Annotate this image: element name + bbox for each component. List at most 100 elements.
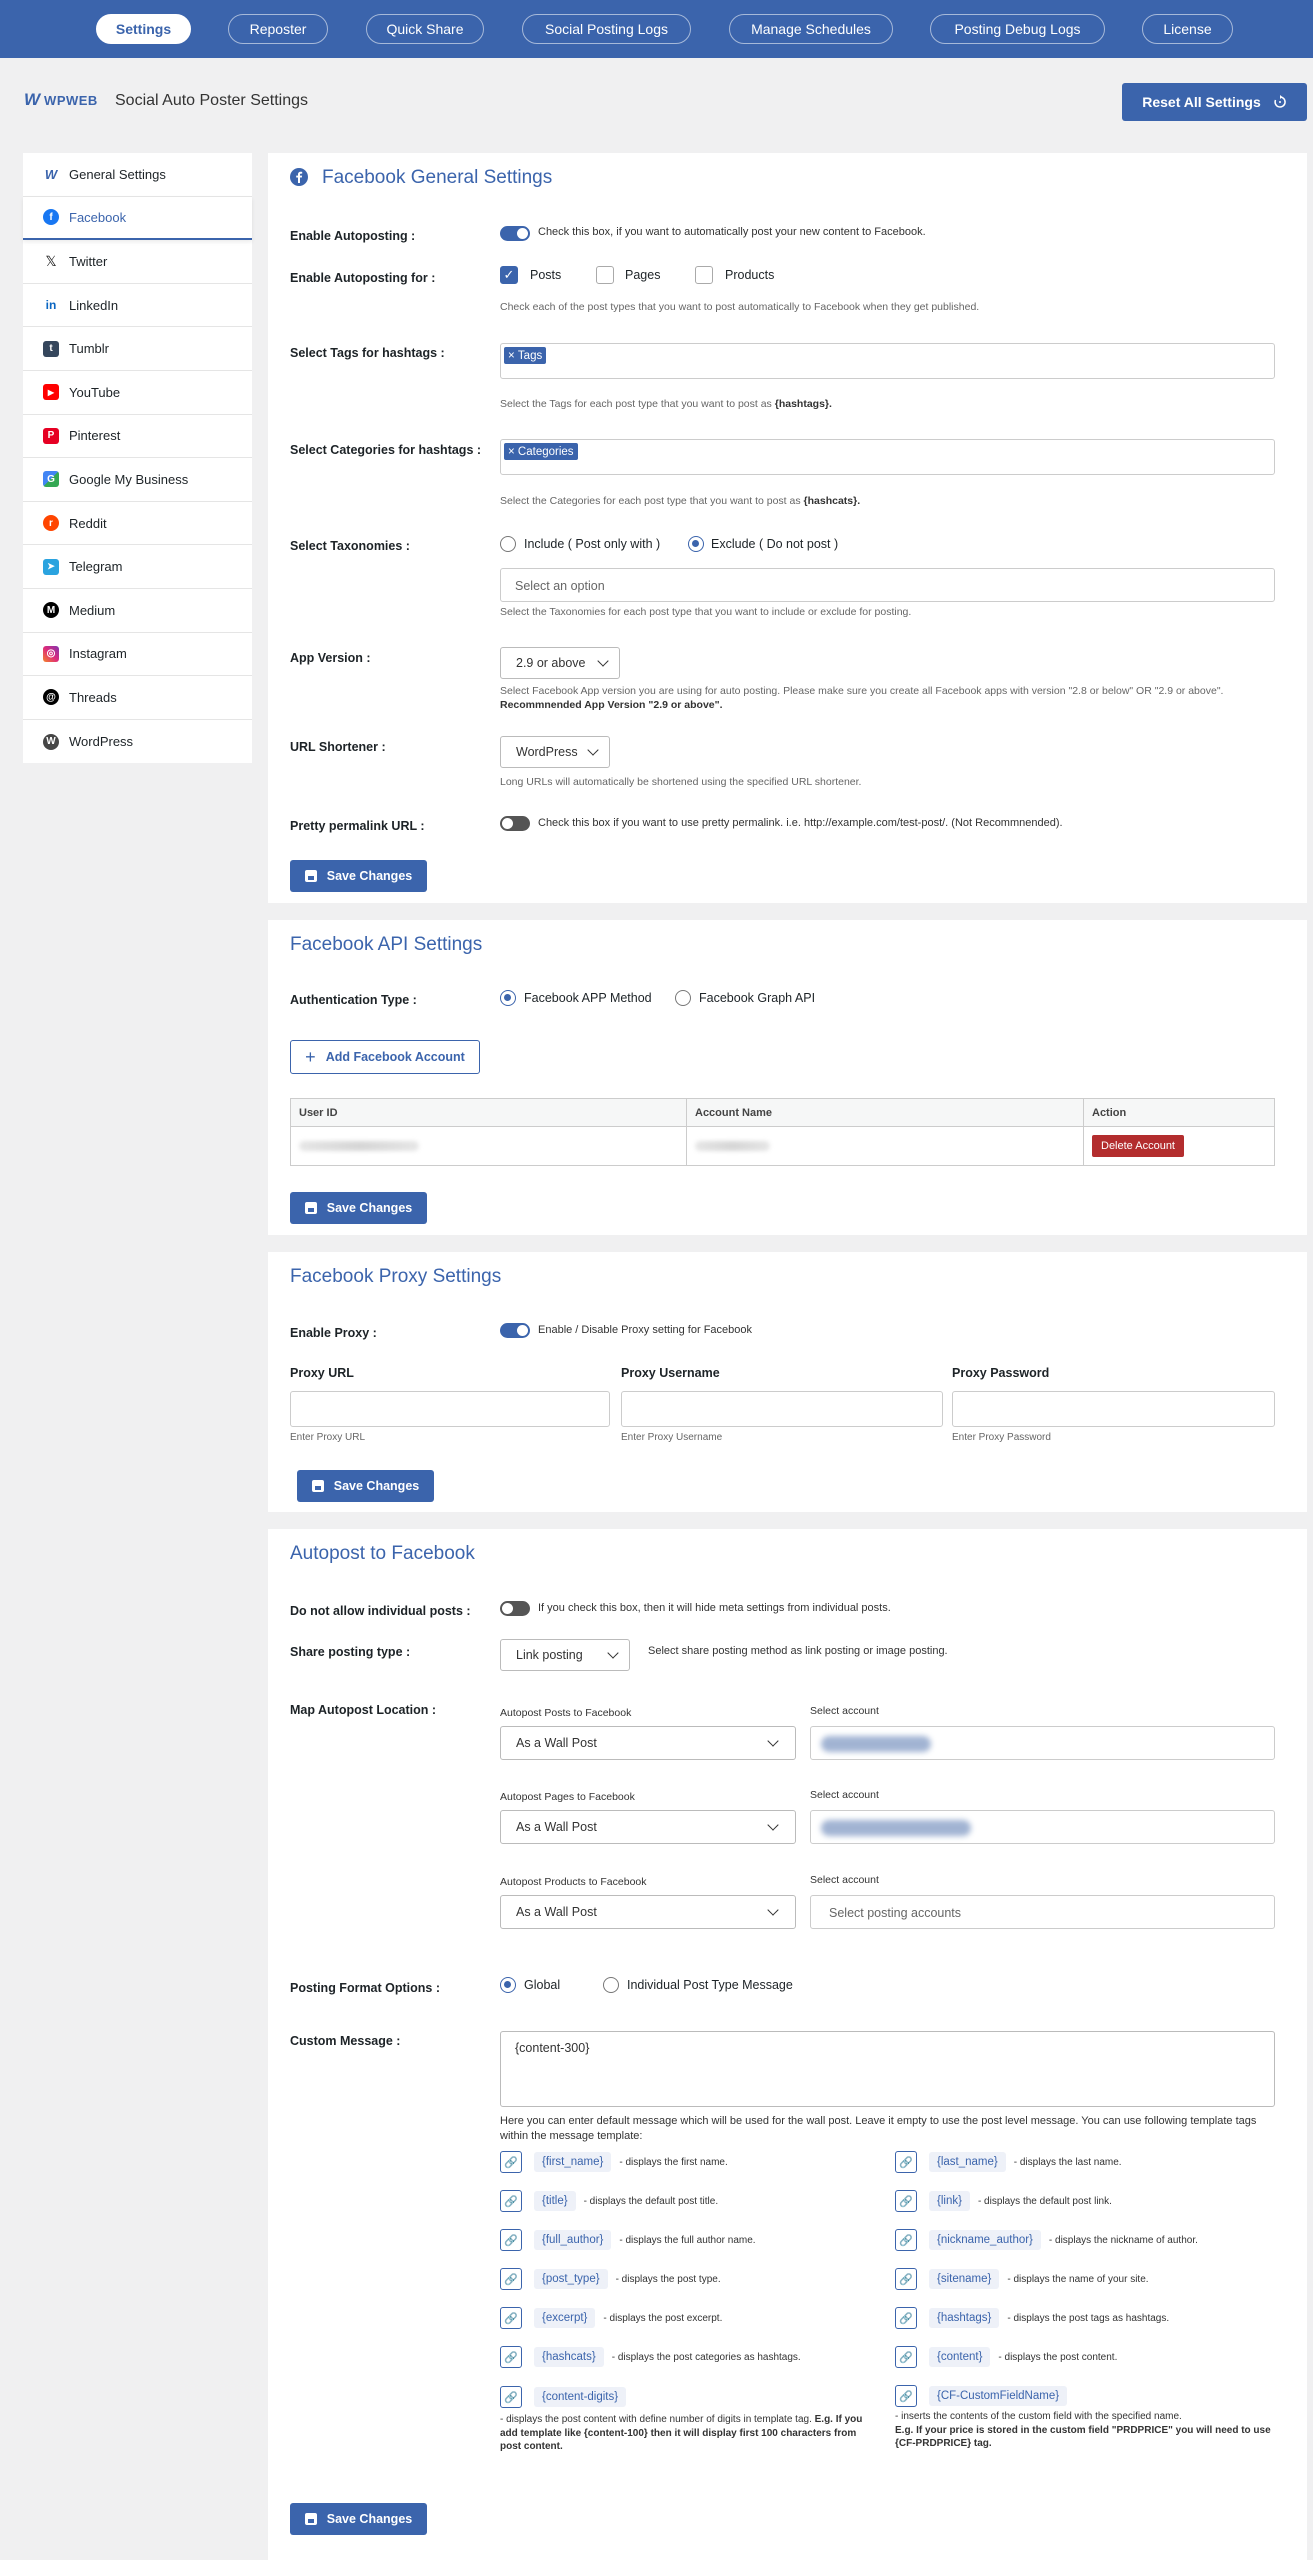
sidebar-item-reddit[interactable]: r Reddit [23, 502, 252, 546]
location-pages-select[interactable]: As a Wall Post [500, 1810, 796, 1844]
sidebar-item-instagram[interactable]: ◎ Instagram [23, 633, 252, 677]
link-icon[interactable]: 🔗 [895, 2151, 917, 2173]
enable-autoposting-toggle[interactable] [500, 226, 530, 241]
chevron-down-icon [587, 744, 599, 756]
taxonomy-exclude-radio[interactable] [688, 536, 704, 552]
sidebar-item-youtube[interactable]: ▶ YouTube [23, 371, 252, 415]
share-posting-type-value: Link posting [516, 1648, 583, 1662]
link-icon[interactable]: 🔗 [500, 2190, 522, 2212]
link-icon[interactable]: 🔗 [895, 2307, 917, 2329]
posts-checkbox[interactable]: ✓ [500, 266, 518, 284]
wpweb-icon: W [44, 166, 58, 182]
add-facebook-account-button[interactable]: + Add Facebook Account [290, 1040, 480, 1074]
tumblr-icon: t [43, 340, 59, 357]
link-icon[interactable]: 🔗 [500, 2307, 522, 2329]
tab-license[interactable]: License [1142, 14, 1233, 44]
tab-posting-debug-logs[interactable]: Posting Debug Logs [930, 14, 1105, 44]
taxonomies-select[interactable]: Select an option [500, 568, 1275, 602]
link-icon[interactable]: 🔗 [500, 2346, 522, 2368]
save-label: Save Changes [326, 869, 413, 883]
template-tag-code: {full_author} [534, 2230, 612, 2250]
sidebar-item-tumblr[interactable]: t Tumblr [23, 327, 252, 371]
location-posts-account-select[interactable] [810, 1726, 1275, 1760]
location-products-account-select[interactable]: Select posting accounts [810, 1895, 1275, 1929]
template-tag-desc: - displays the last name. [1013, 2156, 1122, 2168]
reset-all-settings-button[interactable]: Reset All Settings [1122, 83, 1307, 121]
chevron-down-icon [767, 1904, 779, 1916]
template-tag-row: 🔗 {link} - displays the default post link. [895, 2190, 1112, 2212]
pages-checkbox[interactable] [596, 266, 614, 284]
link-icon[interactable]: 🔗 [895, 2190, 917, 2212]
url-shortener-select[interactable]: WordPress [500, 736, 610, 768]
app-version-hint-text: Select Facebook App version you are usin… [500, 685, 1224, 697]
medium-icon: M [43, 602, 59, 619]
app-version-select[interactable]: 2.9 or above [500, 647, 620, 679]
format-individual-radio[interactable] [603, 1977, 619, 1993]
enable-proxy-hint: Enable / Disable Proxy setting for Faceb… [538, 1324, 753, 1336]
link-icon[interactable]: 🔗 [500, 2268, 522, 2290]
location-pages-label: Autopost Pages to Facebook [500, 1791, 635, 1803]
location-posts-select[interactable]: As a Wall Post [500, 1726, 796, 1760]
delete-account-button[interactable]: Delete Account [1092, 1135, 1184, 1157]
facebook-icon [290, 168, 308, 186]
enable-proxy-toggle[interactable] [500, 1323, 530, 1338]
sidebar-item-telegram[interactable]: ➤ Telegram [23, 545, 252, 589]
sidebar-item-pinterest[interactable]: P Pinterest [23, 415, 252, 459]
general-settings-title: Facebook General Settings [322, 167, 553, 188]
proxy-url-input[interactable] [290, 1391, 610, 1427]
general-save-button[interactable]: Save Changes [290, 860, 427, 892]
auth-app-method-radio[interactable] [500, 990, 516, 1006]
tags-select[interactable]: × Tags [500, 343, 1275, 379]
sidebar-item-wordpress[interactable]: W WordPress [23, 720, 252, 764]
location-products-select[interactable]: As a Wall Post [500, 1895, 796, 1929]
tab-manage-schedules[interactable]: Manage Schedules [729, 14, 893, 44]
categories-select[interactable]: × Categories [500, 439, 1275, 475]
share-posting-type-select[interactable]: Link posting [500, 1639, 630, 1671]
app-version-value: 2.9 or above [516, 656, 586, 670]
categories-chip[interactable]: × Categories [504, 443, 578, 460]
sidebar-item-label: Telegram [69, 559, 123, 575]
template-tag-row: 🔗 {first_name} - displays the first name. [500, 2151, 728, 2173]
link-icon[interactable]: 🔗 [500, 2151, 522, 2173]
link-icon[interactable]: 🔗 [895, 2229, 917, 2251]
chevron-down-icon [767, 1735, 779, 1747]
taxonomy-include-radio[interactable] [500, 536, 516, 552]
proxy-password-input[interactable] [952, 1391, 1275, 1427]
disallow-individual-toggle[interactable] [500, 1601, 530, 1616]
tab-settings[interactable]: Settings [96, 14, 191, 44]
sidebar-item-threads[interactable]: @ Threads [23, 676, 252, 720]
products-checkbox[interactable] [695, 266, 713, 284]
link-icon[interactable]: 🔗 [895, 2385, 917, 2407]
sidebar-item-medium[interactable]: M Medium [23, 589, 252, 633]
custom-message-textarea[interactable]: {content-300} [500, 2031, 1275, 2107]
sidebar-item-linkedin[interactable]: in LinkedIn [23, 284, 252, 328]
sidebar-item-general-settings[interactable]: W General Settings [23, 153, 252, 197]
sidebar-item-label: General Settings [69, 166, 166, 182]
enable-autoposting-for-label: Enable Autoposting for : [290, 271, 436, 285]
sidebar-item-twitter[interactable]: 𝕏 Twitter [23, 240, 252, 284]
tab-reposter[interactable]: Reposter [228, 14, 328, 44]
proxy-username-input[interactable] [621, 1391, 943, 1427]
auth-graph-api-radio[interactable] [675, 990, 691, 1006]
pretty-permalink-toggle[interactable] [500, 816, 530, 831]
template-tag-code: {last_name} [929, 2152, 1006, 2172]
top-navigation: Settings Reposter Quick Share Social Pos… [0, 0, 1313, 58]
link-icon[interactable]: 🔗 [895, 2268, 917, 2290]
tags-chip[interactable]: × Tags [504, 347, 547, 364]
link-icon[interactable]: 🔗 [895, 2346, 917, 2368]
link-icon[interactable]: 🔗 [500, 2386, 522, 2408]
sidebar-item-google-my-business[interactable]: G Google My Business [23, 458, 252, 502]
proxy-save-button[interactable]: Save Changes [297, 1470, 434, 1502]
template-tag-desc: - displays the post tags as hashtags. [1007, 2312, 1170, 2324]
facebook-api-settings-panel: Facebook API Settings Authentication Typ… [268, 920, 1307, 1235]
api-save-button[interactable]: Save Changes [290, 1192, 427, 1224]
sidebar-item-facebook[interactable]: f Facebook [23, 197, 252, 241]
tab-social-posting-logs[interactable]: Social Posting Logs [522, 14, 691, 44]
format-global-radio[interactable] [500, 1977, 516, 1993]
link-icon[interactable]: 🔗 [500, 2229, 522, 2251]
proxy-url-label: Proxy URL [290, 1366, 354, 1380]
template-tag-desc: - displays the name of your site. [1007, 2273, 1149, 2285]
location-pages-account-select[interactable] [810, 1810, 1275, 1844]
tab-quick-share[interactable]: Quick Share [366, 14, 484, 44]
autopost-save-button[interactable]: Save Changes [290, 2503, 427, 2535]
